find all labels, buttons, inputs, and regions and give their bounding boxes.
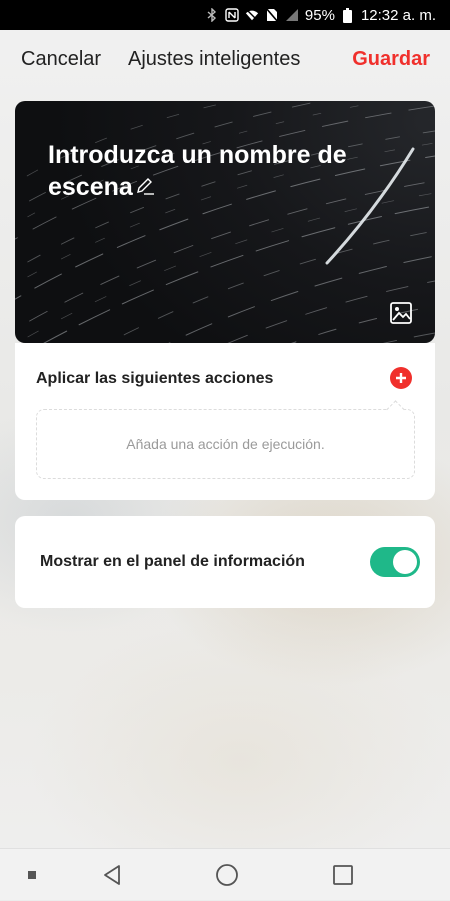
empty-actions-placeholder[interactable]: Añada una acción de ejecución.	[36, 400, 415, 479]
add-action-button[interactable]	[390, 367, 412, 389]
save-button[interactable]: Guardar	[352, 48, 430, 71]
no-sim-icon	[265, 8, 279, 22]
status-bar: 95% 12:32 a. m.	[0, 0, 450, 30]
nfc-icon	[225, 8, 239, 22]
image-icon[interactable]	[389, 301, 413, 325]
empty-actions-text: Añada una acción de ejecución.	[126, 436, 325, 452]
info-panel-section: Mostrar en el panel de información	[15, 516, 435, 608]
wifi-icon	[245, 8, 259, 22]
star-trails-image	[15, 101, 435, 343]
recents-icon[interactable]	[328, 849, 358, 901]
pencil-icon	[135, 173, 155, 195]
scene-name-field[interactable]: Introduzca un nombre de escena	[48, 139, 348, 203]
tooltip-notch	[386, 400, 405, 419]
cancel-button[interactable]: Cancelar	[21, 48, 101, 71]
plus-circle-icon	[396, 373, 406, 383]
signal-icon	[285, 8, 299, 22]
scene-name-placeholder: Introduzca un nombre de escena	[48, 141, 347, 201]
show-in-info-panel-label: Mostrar en el panel de información	[40, 553, 305, 570]
toggle-knob	[393, 550, 417, 574]
show-in-info-panel-toggle[interactable]	[370, 547, 420, 577]
home-icon[interactable]	[212, 849, 242, 901]
bluetooth-icon	[205, 8, 219, 22]
clock: 12:32 a. m.	[360, 6, 436, 24]
dot-icon[interactable]	[22, 849, 42, 901]
scene-cover-image[interactable]: Introduzca un nombre de escena	[15, 101, 435, 343]
navigation-bar	[0, 848, 450, 900]
page-title: Ajustes inteligentes	[128, 47, 301, 70]
actions-section: Aplicar las siguientes acciones Añada un…	[15, 343, 435, 500]
top-bar: Cancelar Ajustes inteligentes Guardar	[0, 30, 450, 88]
actions-title: Aplicar las siguientes acciones	[36, 370, 274, 387]
battery-icon	[341, 7, 355, 23]
battery-percent: 95%	[304, 6, 335, 24]
back-icon[interactable]	[97, 849, 127, 901]
